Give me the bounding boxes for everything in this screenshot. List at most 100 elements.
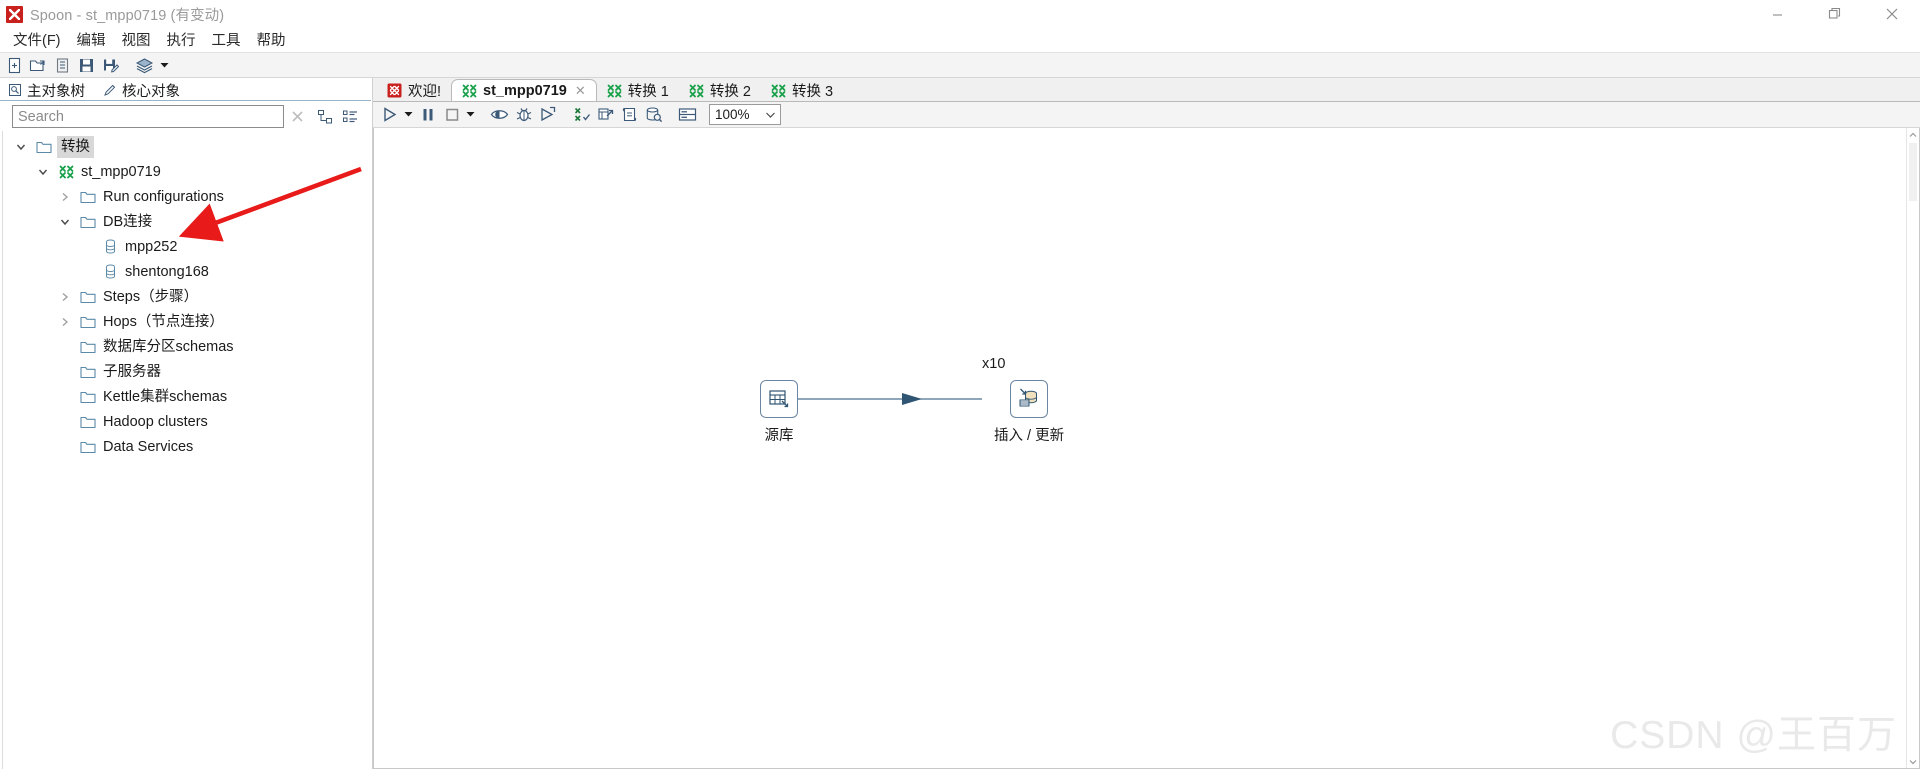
menu-help[interactable]: 帮助 <box>249 30 294 52</box>
tree-item-slave-servers[interactable]: 子服务器 <box>1 359 371 384</box>
window-controls <box>1749 0 1920 29</box>
canvas-vertical-scrollbar[interactable] <box>1906 128 1919 768</box>
window-title: Spoon - st_mpp0719 (有变动) <box>30 7 225 24</box>
chevron-down-icon[interactable] <box>9 134 33 159</box>
editor-tab-welcome[interactable]: 欢迎! <box>377 79 451 102</box>
editor-tab-trans-2[interactable]: 转换 2 <box>679 79 761 102</box>
transformation-icon <box>607 84 622 98</box>
tree-item-hadoop-clusters[interactable]: Hadoop clusters <box>1 409 371 434</box>
transformation-canvas[interactable]: 源库 插入 / 更新 x10 CSDN @王百万 <box>373 128 1920 769</box>
scroll-up-arrow-icon[interactable] <box>1907 128 1919 141</box>
canvas-node-target[interactable]: 插入 / 更新 <box>994 380 1064 445</box>
stop-button[interactable] <box>440 103 463 126</box>
tree-item-slave-servers-label: 子服务器 <box>103 363 161 380</box>
chevron-right-icon[interactable] <box>53 284 77 309</box>
tree-item-steps[interactable]: Steps（步骤） <box>1 284 371 309</box>
database-icon <box>99 264 121 279</box>
menu-run[interactable]: 执行 <box>159 30 204 52</box>
chevron-down-icon[interactable] <box>53 209 77 234</box>
editor-tab-trans-3-label: 转换 3 <box>791 84 834 100</box>
search-row <box>0 101 371 131</box>
save-button[interactable] <box>75 54 97 76</box>
zoom-level-value: 100% <box>715 107 750 122</box>
tree-item-shentong168[interactable]: shentong168 <box>1 259 371 284</box>
menu-bar: 文件(F) 编辑 视图 执行 工具 帮助 <box>0 29 1920 52</box>
twisty-spacer <box>75 234 99 259</box>
chevron-right-icon[interactable] <box>53 309 77 334</box>
perspective-caret-icon[interactable] <box>157 54 171 76</box>
tree-item-run-configurations[interactable]: Run configurations <box>1 184 371 209</box>
perspective-layers-icon[interactable] <box>133 54 155 76</box>
menu-edit[interactable]: 编辑 <box>69 30 114 52</box>
canvas-inner: 源库 插入 / 更新 x10 <box>374 128 1919 768</box>
transformation-icon <box>55 165 77 179</box>
tree-item-cluster-schemas[interactable]: Kettle集群schemas <box>1 384 371 409</box>
repository-browse-button[interactable] <box>51 54 73 76</box>
folder-icon <box>77 215 99 229</box>
chevron-right-icon[interactable] <box>53 184 77 209</box>
pause-button[interactable] <box>416 103 439 126</box>
expand-tree-icon[interactable] <box>314 106 336 128</box>
tab-core-objects[interactable]: 核心对象 <box>97 79 192 101</box>
menu-file[interactable]: 文件(F) <box>5 30 69 52</box>
zoom-level-combobox[interactable]: 100% <box>709 104 781 125</box>
collapse-tree-icon[interactable] <box>339 106 361 128</box>
canvas-vscroll-thumb[interactable] <box>1909 143 1917 201</box>
tree-item-shentong168-label: shentong168 <box>125 263 209 280</box>
editor-tab-close-icon[interactable]: ✕ <box>575 83 586 99</box>
chevron-down-icon[interactable] <box>765 105 776 124</box>
table-input-icon <box>760 380 798 418</box>
close-button[interactable] <box>1863 0 1920 29</box>
folder-icon <box>77 315 99 329</box>
left-panel-tabs: 主对象树 核心对象 <box>0 78 371 102</box>
hop-source-to-target[interactable] <box>374 128 1920 688</box>
debug-bug-icon[interactable] <box>512 103 535 126</box>
tree-tools <box>310 106 365 128</box>
open-folder-button[interactable] <box>27 54 49 76</box>
explore-db-search-icon[interactable] <box>642 103 665 126</box>
object-tree[interactable]: 转换 st_mpp0719 Run configurations DB连接 mpp252… <box>0 131 371 769</box>
minimize-button[interactable] <box>1749 0 1806 29</box>
new-file-button[interactable] <box>3 54 25 76</box>
twisty-spacer <box>53 334 77 359</box>
canvas-node-copies-badge: x10 <box>982 356 1006 372</box>
tree-item-mpp252[interactable]: mpp252 <box>1 234 371 259</box>
insert-update-icon <box>1010 380 1049 418</box>
generate-sql-scroll-icon[interactable] <box>618 103 641 126</box>
search-input[interactable] <box>12 105 284 128</box>
show-results-grid-icon[interactable] <box>676 103 699 126</box>
tree-item-partition-schemas[interactable]: 数据库分区schemas <box>1 334 371 359</box>
tree-item-transformations[interactable]: 转换 <box>1 134 371 159</box>
editor-tab-trans-2-label: 转换 2 <box>709 84 751 100</box>
stop-options-chevron-down-icon[interactable] <box>464 103 477 126</box>
verify-transformation-check-icon[interactable] <box>570 103 593 126</box>
save-as-button[interactable] <box>99 54 121 76</box>
tree-item-db-connections[interactable]: DB连接 <box>1 209 371 234</box>
preview-eye-icon[interactable] <box>488 103 511 126</box>
editor-tab-trans-1-label: 转换 1 <box>627 84 669 100</box>
menu-view[interactable]: 视图 <box>114 30 159 52</box>
spoon-icon <box>6 5 23 23</box>
run-button[interactable] <box>378 103 401 126</box>
tree-item-st-mpp0719[interactable]: st_mpp0719 <box>1 159 371 184</box>
maximize-button[interactable] <box>1806 0 1863 29</box>
tab-main-object-tree[interactable]: 主对象树 <box>2 79 97 102</box>
impact-analysis-icon[interactable] <box>594 103 617 126</box>
editor-tab-st-mpp0719[interactable]: st_mpp0719 ✕ <box>451 79 597 102</box>
editor-tab-trans-1[interactable]: 转换 1 <box>597 79 679 102</box>
chevron-down-icon[interactable] <box>31 159 55 184</box>
menu-tools[interactable]: 工具 <box>204 30 249 52</box>
editor-tab-bar: 欢迎! st_mpp0719 ✕ 转换 1 转换 2 转换 3 <box>373 78 1920 102</box>
editor-tab-trans-3[interactable]: 转换 3 <box>761 79 843 102</box>
clear-x-icon[interactable] <box>284 105 310 128</box>
scroll-down-arrow-icon[interactable] <box>1907 755 1919 768</box>
tree-item-data-services[interactable]: Data Services <box>1 434 371 459</box>
replay-play-outline-icon[interactable] <box>536 103 559 126</box>
canvas-toolbar: 100% <box>373 102 1920 128</box>
run-options-chevron-down-icon[interactable] <box>402 103 415 126</box>
twisty-spacer <box>53 384 77 409</box>
tree-item-hops[interactable]: Hops（节点连接） <box>1 309 371 334</box>
canvas-node-source[interactable]: 源库 <box>760 380 798 445</box>
folder-icon <box>77 415 99 429</box>
editor-panel: 欢迎! st_mpp0719 ✕ 转换 1 转换 2 转换 3 100% 源库 … <box>372 78 1920 769</box>
